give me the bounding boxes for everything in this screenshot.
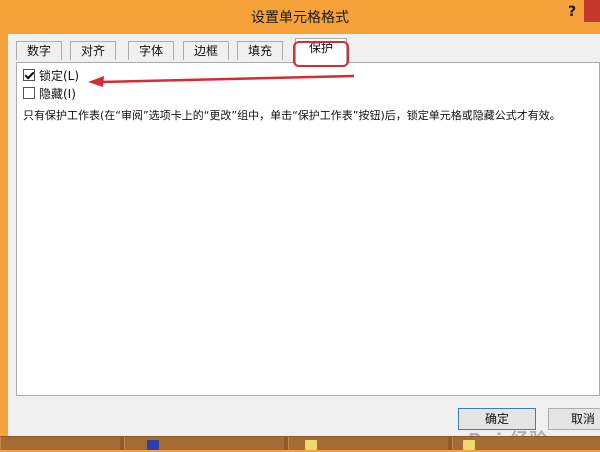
tab-font[interactable]: 字体 xyxy=(128,41,174,60)
taskbar-item[interactable] xyxy=(0,437,120,450)
tab-alignment[interactable]: 对齐 xyxy=(70,41,116,60)
help-button[interactable]: ? xyxy=(562,2,582,22)
taskbar-item[interactable] xyxy=(124,437,284,450)
taskbar xyxy=(0,436,600,450)
protection-panel: 锁定(L) 隐藏(I) 只有保护工作表(在“审阅”选项卡上的“更改”组中，单击“… xyxy=(16,62,600,396)
cancel-button[interactable]: 取消 xyxy=(548,408,600,430)
hidden-label: 隐藏(I) xyxy=(39,86,76,101)
hidden-checkbox[interactable] xyxy=(23,87,35,99)
folder-icon xyxy=(305,440,317,450)
tab-number[interactable]: 数字 xyxy=(16,41,62,60)
folder-icon xyxy=(463,440,475,450)
format-cells-dialog: 设置单元格格式 ? 数字 对齐 字体 边框 填充 保护 锁定(L) 隐藏(I) … xyxy=(0,0,600,451)
locked-option[interactable]: 锁定(L) xyxy=(23,67,79,83)
dialog-body: 数字 对齐 字体 边框 填充 保护 锁定(L) 隐藏(I) 只有保护工作表(在“… xyxy=(8,34,600,451)
close-button[interactable] xyxy=(584,0,600,22)
taskbar-item[interactable] xyxy=(288,437,448,450)
tab-border[interactable]: 边框 xyxy=(183,41,229,60)
hidden-option[interactable]: 隐藏(I) xyxy=(23,85,76,101)
app-icon xyxy=(147,440,159,450)
tab-fill[interactable]: 填充 xyxy=(237,41,283,60)
protection-description: 只有保护工作表(在“审阅”选项卡上的“更改”组中，单击“保护工作表”按钮)后，锁… xyxy=(23,109,561,122)
locked-label: 锁定(L) xyxy=(39,68,80,83)
locked-checkbox[interactable] xyxy=(23,69,35,81)
title-bar[interactable]: 设置单元格格式 ? xyxy=(0,0,600,34)
taskbar-item[interactable] xyxy=(452,437,600,450)
ok-button[interactable]: 确定 xyxy=(458,408,536,430)
tab-protection[interactable]: 保护 xyxy=(295,38,347,63)
tab-strip: 数字 对齐 字体 边框 填充 保护 xyxy=(16,38,600,67)
dialog-title: 设置单元格格式 xyxy=(251,10,349,26)
